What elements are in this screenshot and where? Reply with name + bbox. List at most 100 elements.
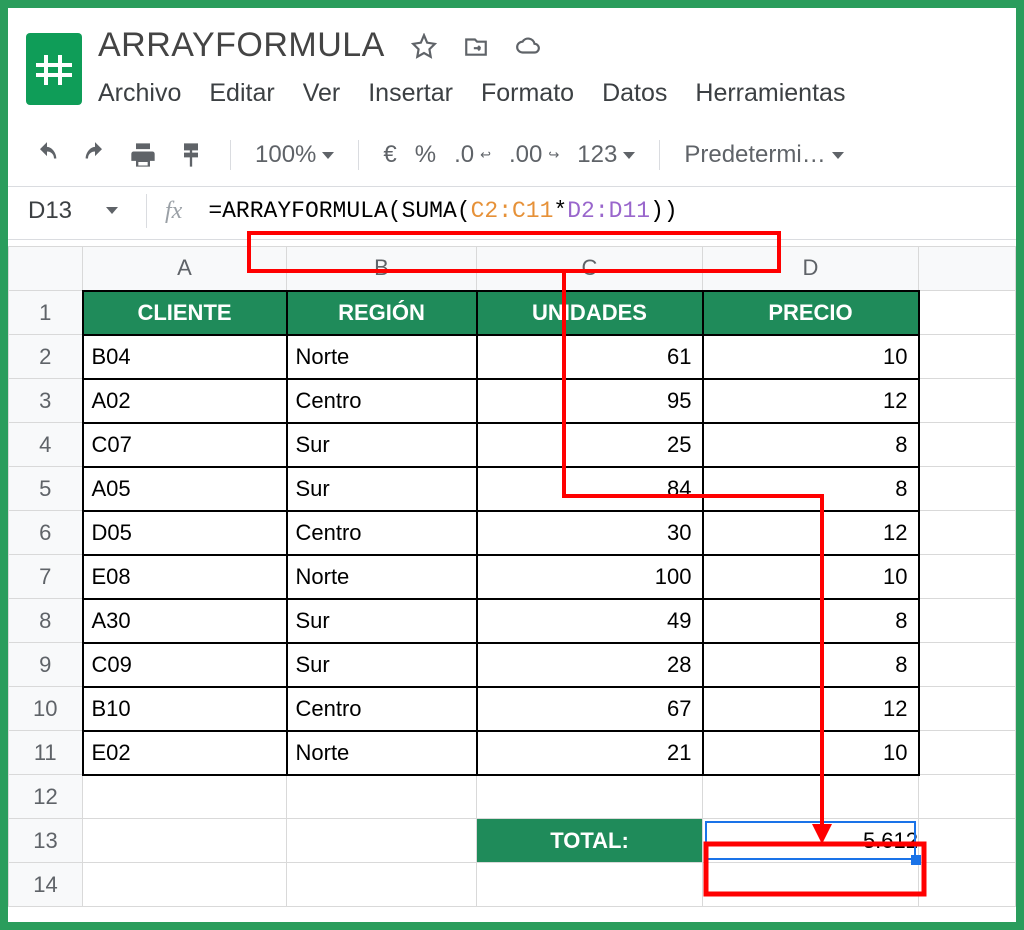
menu-datos[interactable]: Datos — [602, 79, 667, 108]
row-header[interactable]: 6 — [9, 511, 83, 555]
currency-button[interactable]: € — [383, 141, 396, 169]
sheets-logo — [22, 26, 86, 112]
cell-region[interactable]: Sur — [287, 599, 477, 643]
menu-herramientas[interactable]: Herramientas — [695, 79, 845, 108]
cell-region[interactable]: Centro — [287, 687, 477, 731]
decrease-decimals-button[interactable]: .0↩ — [454, 141, 491, 169]
cell-cliente[interactable]: E02 — [83, 731, 287, 775]
cell-region[interactable]: Sur — [287, 423, 477, 467]
name-box[interactable]: D13 — [8, 193, 128, 229]
table-row: 4C07Sur258 — [9, 423, 1016, 467]
cell-unidades[interactable]: 100 — [477, 555, 703, 599]
cell-region[interactable]: Centro — [287, 511, 477, 555]
print-icon[interactable] — [128, 140, 158, 170]
cell-region[interactable]: Norte — [287, 555, 477, 599]
col-header-b[interactable]: B — [287, 247, 477, 291]
cell-precio[interactable]: 12 — [703, 379, 919, 423]
cell-precio[interactable]: 12 — [703, 511, 919, 555]
cell-unidades[interactable]: 95 — [477, 379, 703, 423]
menu-editar[interactable]: Editar — [209, 79, 274, 108]
cell-unidades[interactable]: 25 — [477, 423, 703, 467]
menu-ver[interactable]: Ver — [303, 79, 341, 108]
font-select[interactable]: Predetermi… — [684, 141, 843, 169]
star-icon[interactable] — [411, 33, 437, 59]
table-row: 5A05Sur848 — [9, 467, 1016, 511]
cell-cliente[interactable]: B04 — [83, 335, 287, 379]
spreadsheet-grid[interactable]: A B C D 1CLIENTEREGIÓNUNIDADESPRECIO2B04… — [8, 246, 1016, 907]
row-header[interactable]: 7 — [9, 555, 83, 599]
cell-precio[interactable]: 8 — [703, 599, 919, 643]
paint-format-icon[interactable] — [176, 140, 206, 170]
menu-archivo[interactable]: Archivo — [98, 79, 181, 108]
cell-precio[interactable]: 10 — [703, 731, 919, 775]
table-header: PRECIO — [703, 291, 919, 335]
table-header: REGIÓN — [287, 291, 477, 335]
row-header[interactable]: 3 — [9, 379, 83, 423]
cell-region[interactable]: Sur — [287, 643, 477, 687]
col-header-a[interactable]: A — [83, 247, 287, 291]
cell-cliente[interactable]: A30 — [83, 599, 287, 643]
move-icon[interactable] — [463, 33, 489, 59]
cell-cliente[interactable]: B10 — [83, 687, 287, 731]
table-row: 11E02Norte2110 — [9, 731, 1016, 775]
cell-precio[interactable]: 8 — [703, 423, 919, 467]
cell-unidades[interactable]: 67 — [477, 687, 703, 731]
table-row: 3A02Centro9512 — [9, 379, 1016, 423]
cell-region[interactable]: Norte — [287, 335, 477, 379]
formula-row: D13 fx =ARRAYFORMULA(SUMA(C2:C11*D2:D11)… — [8, 187, 1016, 240]
document-title[interactable]: ARRAYFORMULA — [98, 26, 385, 65]
cell-precio[interactable]: 12 — [703, 687, 919, 731]
cell-unidades[interactable]: 21 — [477, 731, 703, 775]
row-header-1[interactable]: 1 — [9, 291, 83, 335]
cell-region[interactable]: Sur — [287, 467, 477, 511]
fx-icon: fx — [165, 198, 182, 225]
menu-formato[interactable]: Formato — [481, 79, 574, 108]
col-header-d[interactable]: D — [703, 247, 919, 291]
col-header-c[interactable]: C — [477, 247, 703, 291]
chevron-down-icon — [623, 152, 635, 159]
undo-icon[interactable] — [32, 140, 62, 170]
row-header[interactable]: 2 — [9, 335, 83, 379]
row-header[interactable]: 5 — [9, 467, 83, 511]
cell-cliente[interactable]: E08 — [83, 555, 287, 599]
row-header[interactable]: 4 — [9, 423, 83, 467]
cell-region[interactable]: Centro — [287, 379, 477, 423]
table-row: 2B04Norte6110 — [9, 335, 1016, 379]
row-header[interactable]: 13 — [9, 819, 83, 863]
chevron-down-icon — [322, 152, 334, 159]
cell-unidades[interactable]: 28 — [477, 643, 703, 687]
cell-precio[interactable]: 8 — [703, 643, 919, 687]
table-header: CLIENTE — [83, 291, 287, 335]
cell-cliente[interactable]: A05 — [83, 467, 287, 511]
column-header-row: A B C D — [9, 247, 1016, 291]
row-header[interactable]: 9 — [9, 643, 83, 687]
cell-precio[interactable]: 10 — [703, 555, 919, 599]
cell-unidades[interactable]: 30 — [477, 511, 703, 555]
cell-region[interactable]: Norte — [287, 731, 477, 775]
row-header[interactable]: 12 — [9, 775, 83, 819]
cell-unidades[interactable]: 61 — [477, 335, 703, 379]
cloud-icon[interactable] — [515, 33, 541, 59]
chevron-down-icon — [832, 152, 844, 159]
cell-precio[interactable]: 10 — [703, 335, 919, 379]
row-header[interactable]: 14 — [9, 863, 83, 907]
result-cell[interactable]: 5.612 — [703, 819, 919, 863]
number-format-button[interactable]: 123 — [577, 141, 635, 169]
percent-button[interactable]: % — [415, 141, 436, 169]
cell-precio[interactable]: 8 — [703, 467, 919, 511]
cell-cliente[interactable]: C09 — [83, 643, 287, 687]
cell-cliente[interactable]: C07 — [83, 423, 287, 467]
row-header[interactable]: 10 — [9, 687, 83, 731]
cell-unidades[interactable]: 84 — [477, 467, 703, 511]
cell-cliente[interactable]: D05 — [83, 511, 287, 555]
increase-decimals-button[interactable]: .00↪ — [509, 141, 559, 169]
row-header[interactable]: 8 — [9, 599, 83, 643]
formula-bar[interactable]: =ARRAYFORMULA(SUMA(C2:C11*D2:D11)) — [208, 198, 1016, 224]
cell-cliente[interactable]: A02 — [83, 379, 287, 423]
zoom-select[interactable]: 100% — [255, 141, 334, 169]
menu-insertar[interactable]: Insertar — [368, 79, 453, 108]
row-header[interactable]: 11 — [9, 731, 83, 775]
cell-unidades[interactable]: 49 — [477, 599, 703, 643]
fill-handle[interactable] — [911, 855, 921, 865]
redo-icon[interactable] — [80, 140, 110, 170]
